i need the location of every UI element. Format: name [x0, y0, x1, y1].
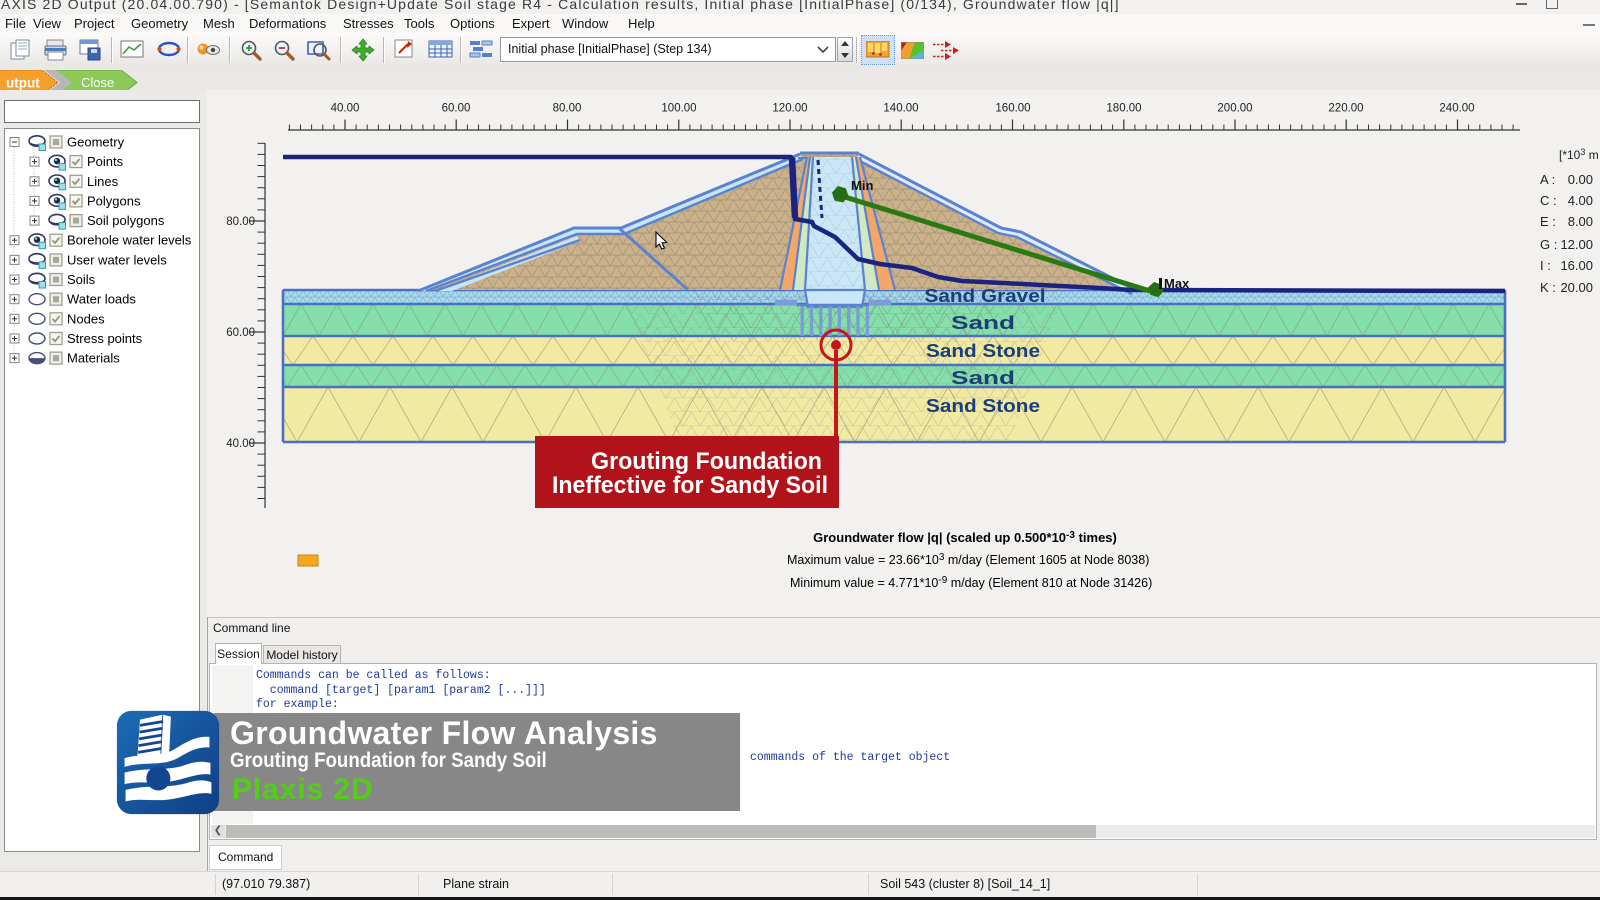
svg-text:C :: C :	[1540, 193, 1557, 208]
svg-text:8.00: 8.00	[1568, 214, 1593, 229]
svg-text:Water loads: Water loads	[67, 292, 136, 307]
svg-text:240.00: 240.00	[1439, 103, 1474, 115]
svg-text:80.00: 80.00	[553, 103, 582, 115]
svg-text:16.00: 16.00	[1560, 258, 1593, 273]
svg-text:Min: Min	[851, 178, 873, 193]
svg-text:I :: I :	[1540, 258, 1551, 273]
svg-text:[*103 m: [*103 m	[1559, 147, 1599, 162]
svg-text:60.00: 60.00	[226, 327, 255, 339]
svg-text:20.00: 20.00	[1560, 280, 1593, 295]
svg-text:K :: K :	[1540, 280, 1556, 295]
svg-text:120.00: 120.00	[772, 103, 807, 115]
svg-text:Lines: Lines	[87, 174, 119, 189]
svg-text:Stress points: Stress points	[67, 331, 143, 346]
svg-text:Soil polygons: Soil polygons	[87, 213, 165, 228]
svg-text:E :: E :	[1540, 214, 1556, 229]
svg-text:utput: utput	[6, 76, 40, 91]
svg-text:80.00: 80.00	[226, 216, 255, 228]
svg-text:G :: G :	[1540, 237, 1557, 252]
svg-text:60.00: 60.00	[442, 103, 471, 115]
svg-text:Maximum value = 23.66*103 m/da: Maximum value = 23.66*103 m/day (Element…	[787, 552, 1149, 567]
svg-text:Sand Gravel: Sand Gravel	[925, 286, 1046, 306]
svg-text:Sand: Sand	[951, 368, 1015, 388]
svg-text:4.00: 4.00	[1568, 193, 1593, 208]
svg-text:Soils: Soils	[67, 272, 96, 287]
svg-text:12.00: 12.00	[1560, 237, 1593, 252]
svg-text:Close: Close	[81, 75, 114, 90]
svg-text:0.00: 0.00	[1568, 172, 1593, 187]
svg-text:Polygons: Polygons	[87, 193, 141, 208]
svg-text:Geometry: Geometry	[67, 135, 125, 150]
svg-text:Minimum value = 4.771*10-9 m/d: Minimum value = 4.771*10-9 m/day (Elemen…	[790, 575, 1152, 590]
svg-text:200.00: 200.00	[1217, 103, 1252, 115]
svg-text:Grouting Foundation: Grouting Foundation	[591, 448, 822, 475]
svg-text:Borehole water levels: Borehole water levels	[67, 233, 192, 248]
svg-text:40.00: 40.00	[226, 438, 255, 450]
svg-text:40.00: 40.00	[331, 103, 360, 115]
svg-text:Materials: Materials	[67, 351, 120, 366]
svg-text:Sand Stone: Sand Stone	[926, 396, 1040, 416]
svg-text:100.00: 100.00	[661, 103, 696, 115]
svg-text:Max: Max	[1164, 276, 1190, 291]
svg-text:Sand: Sand	[951, 313, 1015, 333]
svg-text:A :: A :	[1540, 172, 1555, 187]
svg-text:User water levels: User water levels	[67, 252, 167, 267]
svg-text:Points: Points	[87, 154, 124, 169]
svg-text:140.00: 140.00	[883, 103, 918, 115]
svg-text:180.00: 180.00	[1106, 103, 1141, 115]
svg-text:Nodes: Nodes	[67, 311, 105, 326]
svg-text:Ineffective for Sandy Soil: Ineffective for Sandy Soil	[552, 472, 828, 499]
svg-text:160.00: 160.00	[995, 103, 1030, 115]
svg-text:220.00: 220.00	[1328, 103, 1363, 115]
svg-text:Sand Stone: Sand Stone	[926, 341, 1040, 361]
